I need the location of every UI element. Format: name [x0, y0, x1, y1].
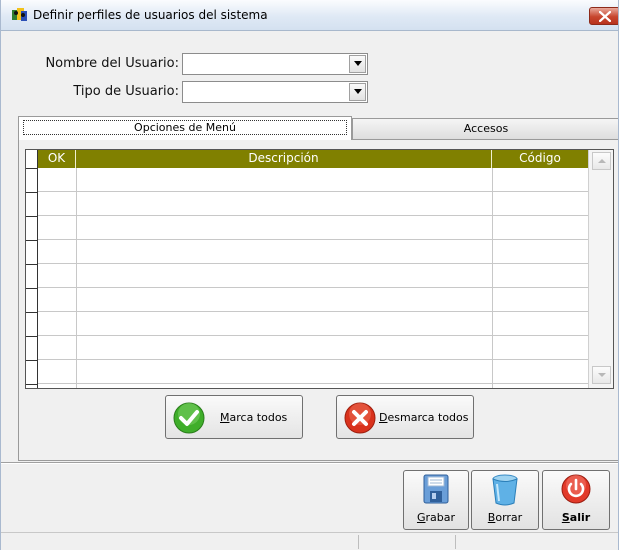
row-indicator-column: [26, 150, 38, 388]
user-type-label: Tipo de Usuario:: [73, 84, 179, 99]
table-row[interactable]: [26, 168, 588, 192]
unmark-all-button[interactable]: Desmarca todos: [336, 395, 474, 439]
user-type-combo[interactable]: [182, 81, 368, 103]
table-row[interactable]: [26, 288, 588, 312]
title-bar: Definir perfiles de usuarios del sistema: [1, 0, 618, 31]
chevron-down-icon: [354, 89, 362, 94]
grid-vertical-scrollbar[interactable]: [588, 150, 613, 388]
delete-button[interactable]: Borrar: [471, 470, 539, 530]
unmark-all-label: Desmarca todos: [379, 411, 469, 424]
trash-bin-icon: [492, 474, 518, 506]
profile-window: Definir perfiles de usuarios del sistema…: [0, 0, 619, 550]
tab-access[interactable]: Accesos: [352, 118, 618, 140]
save-button[interactable]: Grabar: [403, 470, 469, 530]
status-divider: [455, 535, 456, 549]
scroll-up-button[interactable]: [592, 152, 611, 170]
save-label: Grabar: [416, 511, 456, 524]
tab-menu-options-label: Opciones de Menú: [23, 120, 347, 135]
menu-options-grid[interactable]: OK Descripción Código: [25, 149, 614, 389]
table-row[interactable]: [26, 312, 588, 336]
scroll-down-button[interactable]: [592, 366, 611, 384]
floppy-disk-icon: [423, 474, 449, 504]
table-row[interactable]: [26, 336, 588, 360]
table-row[interactable]: [26, 360, 588, 384]
separator: [1, 462, 618, 464]
window-title: Definir perfiles de usuarios del sistema: [33, 8, 268, 22]
mark-all-button[interactable]: Marca todos: [165, 395, 303, 439]
grid-header: OK Descripción Código: [26, 150, 588, 168]
column-header-ok[interactable]: OK: [38, 150, 76, 168]
column-divider: [492, 168, 493, 388]
chevron-down-icon: [598, 373, 606, 377]
user-name-dropdown-button[interactable]: [349, 55, 366, 73]
close-icon: [599, 11, 611, 22]
cancel-icon: [344, 402, 376, 434]
exit-label: Salir: [561, 511, 591, 524]
status-bar: [1, 532, 618, 550]
table-row[interactable]: [26, 216, 588, 240]
delete-label: Borrar: [487, 511, 523, 524]
checkmark-icon: [173, 402, 205, 434]
table-row[interactable]: [26, 264, 588, 288]
column-divider: [76, 168, 77, 388]
app-icon: [12, 8, 27, 21]
tab-menu-options[interactable]: Opciones de Menú: [18, 116, 352, 140]
user-type-dropdown-button[interactable]: [349, 83, 366, 101]
table-row[interactable]: [26, 240, 588, 264]
chevron-up-icon: [598, 159, 606, 163]
table-row[interactable]: [26, 192, 588, 216]
chevron-down-icon: [354, 61, 362, 66]
mark-all-label: Marca todos: [220, 411, 288, 424]
user-name-label: Nombre del Usuario:: [45, 56, 179, 71]
power-icon: [561, 474, 591, 504]
tab-access-label: Accesos: [463, 122, 509, 135]
close-button[interactable]: [589, 7, 618, 25]
exit-button[interactable]: Salir: [542, 470, 610, 530]
column-header-code[interactable]: Código: [492, 150, 588, 168]
column-header-description[interactable]: Descripción: [76, 150, 492, 168]
user-name-combo[interactable]: [182, 53, 368, 75]
status-divider: [358, 535, 359, 549]
